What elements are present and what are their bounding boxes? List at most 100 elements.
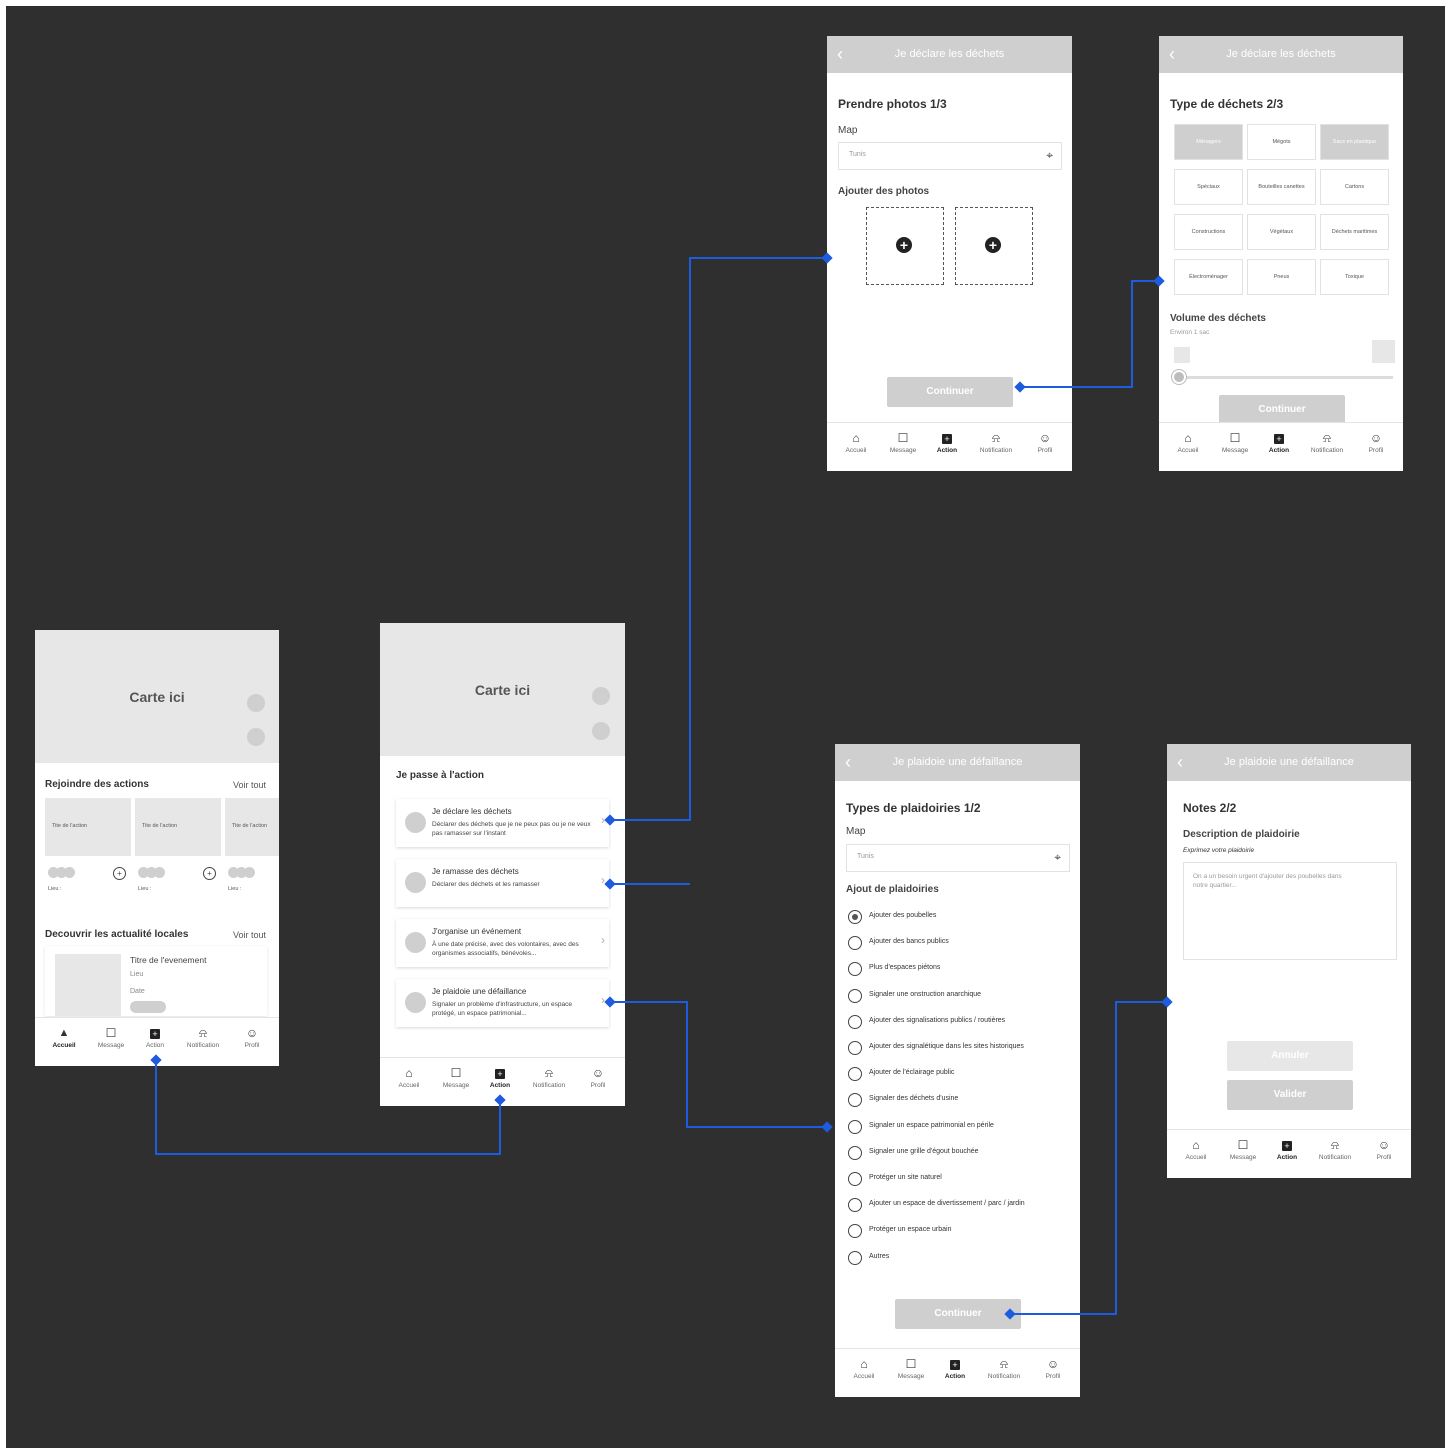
action-card[interactable]: Tite de l'action + Lieu : [45,798,131,908]
category-tile[interactable]: Végétaux [1247,214,1316,250]
tab-accueil[interactable]: ⌂ Accueil [1168,431,1208,454]
radio-option[interactable]: Autres [848,1250,1068,1267]
tab-accueil[interactable]: ▲ Accueil [44,1026,84,1049]
radio-option[interactable]: Signaler des déchets d'usine [848,1093,1068,1109]
location-field[interactable]: Tunis ⌖ [838,142,1062,170]
back-chevron-icon[interactable]: ‹ [1177,744,1183,781]
category-tile[interactable]: Déchets maritimes [1320,214,1389,250]
continue-button[interactable]: Continuer [895,1299,1021,1329]
see-all-link[interactable]: Voir tout [233,930,266,940]
tab-profil[interactable]: ☺ Profil [232,1026,272,1049]
tab-profil[interactable]: ☺ Profil [1025,431,1065,454]
map-fab-button[interactable] [247,694,265,712]
tab-message[interactable]: ☐ Message [891,1357,931,1380]
tab-action[interactable]: + Action [935,1357,975,1380]
radio-circle-icon[interactable] [848,1041,862,1055]
locate-icon[interactable]: ⌖ [1046,148,1053,163]
radio-circle-icon[interactable] [848,1119,862,1134]
radio-option[interactable]: Ajouter des signalisations publics / rou… [848,1014,1068,1031]
action-option-collect[interactable]: Je ramasse des déchets Déclarer des déch… [396,859,609,907]
radio-option[interactable]: Ajouter des bancs publics [848,936,1068,952]
tab-message[interactable]: ☐ Message [91,1026,131,1049]
radio-circle-icon[interactable] [848,1172,862,1186]
action-option-event[interactable]: J'organise un événement À une date préci… [396,919,609,967]
radio-option[interactable]: Protéger un site naturel [848,1172,1068,1188]
radio-option[interactable]: Protéger un espace urbain [848,1224,1068,1240]
map-fab-button[interactable] [247,728,265,746]
radio-circle-icon[interactable] [848,1145,862,1160]
category-tile[interactable]: Constructions [1174,214,1243,250]
tab-message[interactable]: ☐ Message [883,431,923,454]
photo-slot[interactable]: + [866,207,944,285]
tab-accueil[interactable]: ⌂ Accueil [844,1357,884,1380]
back-chevron-icon[interactable]: ‹ [845,744,851,781]
category-tile[interactable]: Mégots [1247,124,1316,160]
back-chevron-icon[interactable]: ‹ [837,36,843,73]
continue-button[interactable]: Continuer [887,377,1013,407]
tab-action[interactable]: + Action [1267,1138,1307,1161]
tab-profil[interactable]: ☺ Profil [578,1066,618,1089]
map-placeholder[interactable]: Carte ici [35,630,279,763]
radio-circle-icon[interactable] [848,988,862,1003]
tab-accueil[interactable]: ⌂ Accueil [389,1066,429,1089]
radio-option[interactable]: Plus d'espaces piétons [848,962,1068,978]
action-option-declare[interactable]: Je déclare les déchets Déclarer des déch… [396,799,609,847]
tab-notification[interactable]: ⍾ Notification [1315,1138,1355,1161]
radio-circle-icon[interactable] [848,910,862,924]
action-card[interactable]: Tite de l'action + Lieu : [135,798,221,908]
slider-thumb[interactable] [1172,370,1186,384]
map-fab-button[interactable] [592,687,610,705]
back-chevron-icon[interactable]: ‹ [1169,36,1175,73]
radio-circle-icon[interactable] [848,962,862,977]
map-fab-button[interactable] [592,722,610,740]
radio-circle-icon[interactable] [848,936,862,951]
see-all-link[interactable]: Voir tout [233,780,266,790]
radio-option[interactable]: Ajouter de l'éclairage public [848,1067,1068,1083]
tab-message[interactable]: ☐ Message [1215,431,1255,454]
category-tile[interactable]: Électroménager [1174,259,1243,295]
map-placeholder[interactable]: Carte ici [380,623,625,756]
join-plus-icon[interactable]: + [113,867,126,880]
radio-circle-icon[interactable] [848,1093,862,1108]
radio-circle-icon[interactable] [848,1014,862,1029]
radio-option[interactable]: Signaler une grille d'égout bouchée [848,1145,1068,1162]
join-plus-icon[interactable]: + [203,867,216,880]
tab-profil[interactable]: ☺ Profil [1033,1357,1073,1380]
event-card[interactable]: Titre de l'evenement Lieu Date [45,946,267,1016]
radio-option[interactable]: Ajouter des poubelles [848,910,1068,926]
category-tile[interactable]: Cartons [1320,169,1389,205]
tab-accueil[interactable]: ⌂ Accueil [836,431,876,454]
locate-icon[interactable]: ⌖ [1054,850,1061,865]
radio-option[interactable]: Signaler une onstruction anarchique [848,988,1068,1005]
category-tile[interactable]: Bouteilles canettes [1247,169,1316,205]
category-tile[interactable]: Toxique [1320,259,1389,295]
category-tile[interactable]: Pneus [1247,259,1316,295]
radio-circle-icon[interactable] [848,1198,862,1213]
tab-action[interactable]: + Action [135,1026,175,1049]
category-tile[interactable]: Ménagers [1174,124,1243,160]
tab-message[interactable]: ☐ Message [1223,1138,1263,1161]
radio-circle-icon[interactable] [848,1067,862,1082]
tab-notification[interactable]: ⍾ Notification [984,1357,1024,1380]
description-textarea[interactable]: On a un besoin urgent d'ajouter des poub… [1183,862,1397,960]
tab-notification[interactable]: ⍾ Notification [529,1066,569,1089]
cancel-button[interactable]: Annuler [1227,1041,1353,1071]
tab-notification[interactable]: ⍾ Notification [1307,431,1347,454]
tab-message[interactable]: ☐ Message [436,1066,476,1089]
photo-slot[interactable]: + [955,207,1033,285]
tab-action[interactable]: + Action [1259,431,1299,454]
radio-circle-icon[interactable] [848,1250,862,1265]
tab-notification[interactable]: ⍾ Notification [976,431,1016,454]
validate-button[interactable]: Valider [1227,1080,1353,1110]
tab-action[interactable]: + Action [927,431,967,454]
location-field[interactable]: Tunis ⌖ [846,844,1070,872]
action-card[interactable]: Tite de l'action Lieu : [225,798,279,908]
radio-circle-icon[interactable] [848,1224,862,1239]
continue-button[interactable]: Continuer [1219,395,1345,425]
tab-action[interactable]: + Action [480,1066,520,1089]
category-tile[interactable]: Sacs en plastique [1320,124,1389,160]
action-option-advocate[interactable]: Je plaidoie une défaillance Signaler un … [396,979,609,1027]
tab-accueil[interactable]: ⌂ Accueil [1176,1138,1216,1161]
category-tile[interactable]: Spéciaux [1174,169,1243,205]
volume-slider[interactable] [1172,370,1393,384]
